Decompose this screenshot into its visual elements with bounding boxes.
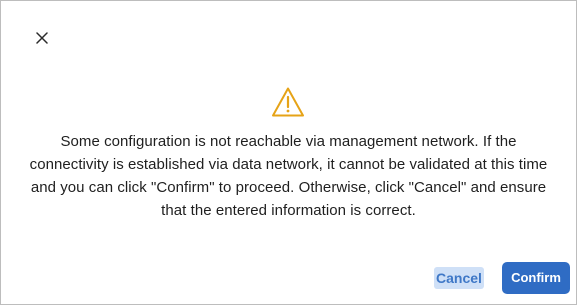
close-icon — [36, 32, 48, 44]
confirm-button[interactable]: Confirm — [502, 262, 570, 294]
close-button[interactable] — [32, 28, 52, 48]
warning-icon — [272, 87, 304, 117]
dialog-message: Some configuration is not reachable via … — [29, 133, 548, 219]
cancel-button[interactable]: Cancel — [434, 267, 484, 289]
confirmation-dialog: Some configuration is not reachable via … — [0, 0, 577, 305]
